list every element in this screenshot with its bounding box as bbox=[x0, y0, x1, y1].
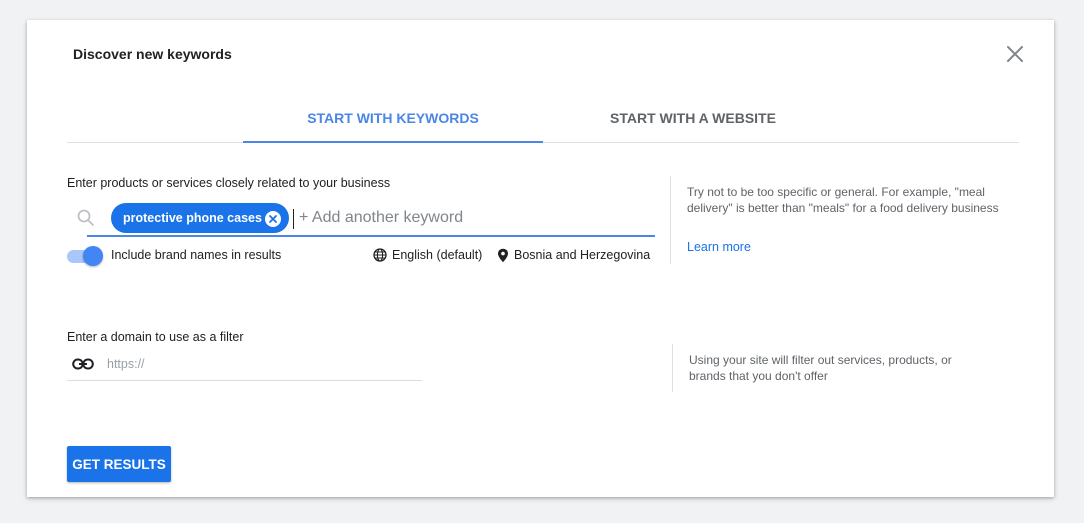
location-label: Bosnia and Herzegovina bbox=[514, 248, 651, 262]
search-icon bbox=[76, 208, 96, 228]
keyword-input-underline bbox=[87, 235, 655, 237]
keywords-label: Enter products or services closely relat… bbox=[67, 176, 391, 190]
tab-bar: START WITH KEYWORDS START WITH A WEBSITE bbox=[67, 100, 1019, 143]
text-cursor bbox=[293, 209, 294, 229]
keyword-chip-label: protective phone cases bbox=[123, 211, 262, 225]
toggle-thumb bbox=[83, 246, 103, 266]
add-keyword-input[interactable] bbox=[299, 205, 639, 231]
brand-names-label: Include brand names in results bbox=[111, 248, 282, 262]
vertical-divider bbox=[670, 176, 671, 264]
dialog-title: Discover new keywords bbox=[73, 46, 232, 62]
close-circle-icon[interactable] bbox=[264, 209, 282, 227]
close-icon[interactable] bbox=[1004, 43, 1026, 65]
vertical-divider bbox=[672, 344, 673, 392]
language-selector[interactable]: English (default) bbox=[373, 246, 482, 264]
location-pin-icon bbox=[498, 248, 508, 262]
learn-more-link[interactable]: Learn more bbox=[687, 240, 751, 254]
tab-start-with-keywords[interactable]: START WITH KEYWORDS bbox=[243, 100, 543, 143]
domain-input[interactable] bbox=[107, 354, 407, 374]
brand-names-toggle[interactable] bbox=[67, 246, 103, 266]
domain-label: Enter a domain to use as a filter bbox=[67, 330, 244, 344]
domain-hint: Using your site will filter out services… bbox=[689, 353, 952, 383]
keywords-hint: Try not to be too specific or general. F… bbox=[687, 185, 999, 215]
globe-icon bbox=[373, 248, 387, 262]
discover-keywords-dialog: Discover new keywords START WITH KEYWORD… bbox=[27, 20, 1054, 497]
keyword-entry: protective phone cases bbox=[67, 196, 655, 237]
domain-entry bbox=[67, 350, 422, 381]
keyword-chip[interactable]: protective phone cases bbox=[111, 203, 289, 233]
tab-start-with-website[interactable]: START WITH A WEBSITE bbox=[543, 100, 843, 141]
get-results-button[interactable]: GET RESULTS bbox=[67, 446, 171, 482]
link-icon bbox=[72, 356, 94, 372]
language-label: English (default) bbox=[392, 248, 483, 262]
location-selector[interactable]: Bosnia and Herzegovina bbox=[497, 246, 650, 264]
